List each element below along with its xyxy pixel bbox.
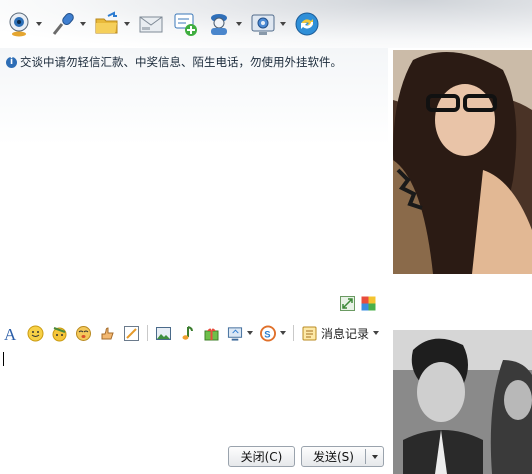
send-split-divider [365,449,366,464]
history-icon [301,325,318,342]
chevron-down-icon[interactable] [280,331,286,335]
music-icon[interactable] [179,325,196,342]
close-button[interactable]: 关闭(C) [228,446,295,467]
send-button[interactable]: 发送(S) [301,446,384,467]
app-button[interactable] [250,11,286,37]
toolbar-separator [147,325,148,341]
self-show-photo [393,330,532,474]
svg-text:A: A [4,325,17,342]
text-cursor [3,352,4,366]
add-chat-icon [174,13,197,36]
message-display-area[interactable]: i 交谈中请勿轻信汇款、中奖信息、陌生电话，勿使用外挂软件。 [0,48,388,292]
expand-window-icon[interactable] [340,296,355,311]
send-file-button[interactable] [94,11,130,37]
toolbar-separator [293,325,294,341]
theme-palette-icon[interactable] [361,296,376,311]
close-button-label: 关闭(C) [240,450,283,464]
contact-show-photo [393,50,532,274]
chevron-down-icon[interactable] [373,331,380,335]
microphone-icon [52,12,74,35]
doodle-icon[interactable] [123,325,140,342]
send-options-chevron-icon[interactable] [372,455,378,459]
mail-icon [139,16,163,33]
voice-call-button[interactable] [50,11,86,37]
magic-emoticon-icon[interactable] [51,325,68,342]
user-badge-icon [211,14,227,35]
chevron-down-icon[interactable] [80,22,86,26]
nudge-icon[interactable] [75,325,92,342]
email-button[interactable] [138,11,164,37]
remote-assist-button[interactable] [206,11,242,37]
chat-toolbar [0,0,532,48]
font-style-icon[interactable]: A [3,325,20,342]
screenshot-icon[interactable] [227,325,253,342]
image-icon[interactable] [155,325,172,342]
security-notice-text: 交谈中请勿轻信汇款、中奖信息、陌生电话，勿使用外挂软件。 [20,55,342,69]
message-history-button[interactable]: 消息记录 [301,325,380,342]
display-options [340,296,376,311]
hand-gesture-icon[interactable] [99,325,116,342]
settings-screen-icon [251,14,275,35]
chevron-down-icon[interactable] [36,22,42,26]
gift-icon[interactable] [203,325,220,342]
chevron-down-icon[interactable] [124,22,130,26]
security-notice: i 交谈中请勿轻信汇款、中奖信息、陌生电话，勿使用外挂软件。 [6,54,342,70]
emoticon-icon[interactable] [27,325,44,342]
sogou-icon[interactable]: S [260,325,286,342]
svg-text:S: S [264,328,270,339]
message-history-label: 消息记录 [321,326,370,341]
share-arrows-icon [295,12,319,36]
info-icon: i [6,56,17,68]
chevron-down-icon[interactable] [280,22,286,26]
input-toolbar: A S 消息记录 [0,322,388,344]
folder-icon [95,11,118,34]
message-input[interactable] [0,344,388,442]
chevron-down-icon[interactable] [236,22,242,26]
chevron-down-icon[interactable] [247,331,253,335]
send-button-label: 发送(S) [313,450,354,464]
video-call-button[interactable] [6,11,42,37]
create-discussion-button[interactable] [172,11,198,37]
webcam-icon [9,12,29,37]
app-share-button[interactable] [294,11,320,37]
